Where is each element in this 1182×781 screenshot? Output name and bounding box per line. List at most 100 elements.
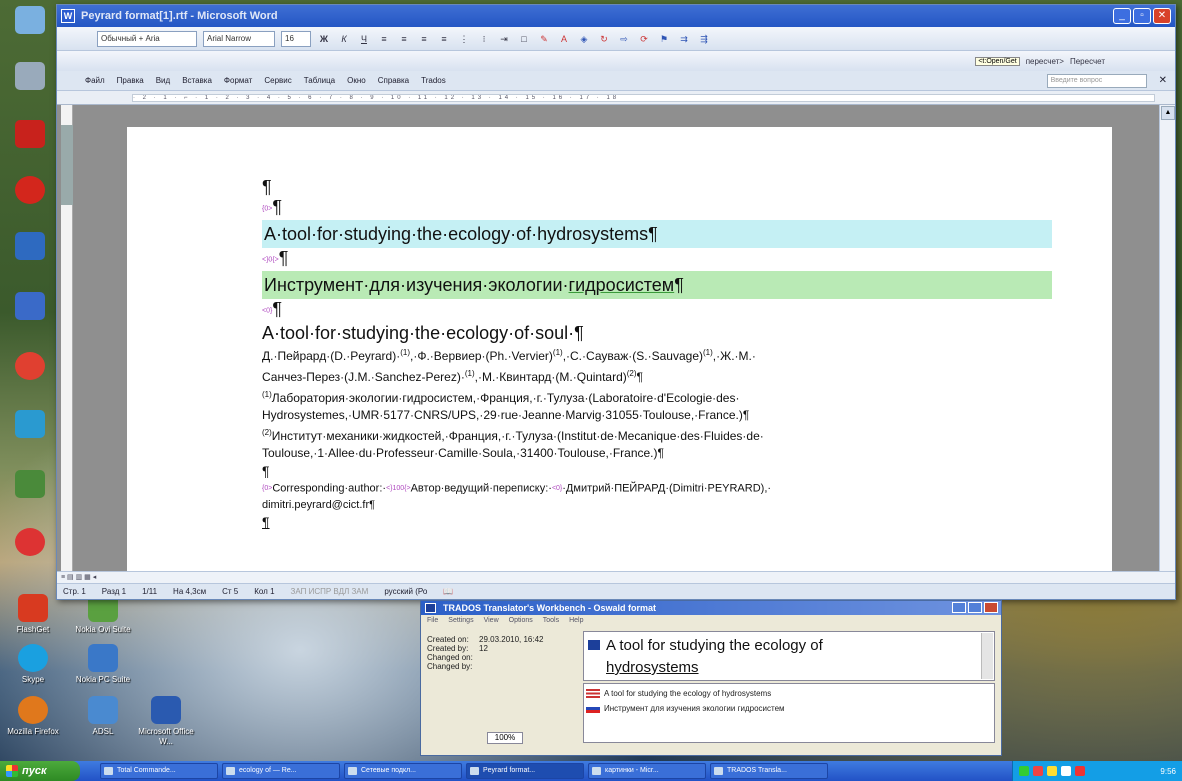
desktop-icon-trados[interactable] xyxy=(10,410,50,462)
trados-maximize-button[interactable] xyxy=(968,602,982,613)
start-button[interactable]: пуск xyxy=(0,761,80,781)
font-color-button[interactable]: A xyxy=(557,32,571,46)
trados-translate-button[interactable]: ⇨ xyxy=(617,32,631,46)
trados-menu-help[interactable]: Help xyxy=(569,615,583,627)
trados-menu-options[interactable]: Options xyxy=(509,615,533,627)
desktop-icon-nokia[interactable] xyxy=(10,232,50,284)
trados-more-button[interactable]: ⇶ xyxy=(697,32,711,46)
source-scrollbar[interactable] xyxy=(981,633,993,679)
trados-menu-file[interactable]: File xyxy=(427,615,438,627)
align-right-button[interactable]: ≡ xyxy=(417,32,431,46)
trados-menu-settings[interactable]: Settings xyxy=(448,615,473,627)
task-word-document[interactable]: Peyrard format... xyxy=(466,763,584,779)
tray-antivirus-icon[interactable] xyxy=(1033,766,1043,776)
close-button[interactable]: ✕ xyxy=(1153,8,1171,24)
menu-help[interactable]: Справка xyxy=(378,76,409,85)
desktop-icon-pcsuite[interactable]: Nokia PC Suite xyxy=(72,644,134,685)
recalc-combo-2[interactable]: Пересчет xyxy=(1070,57,1105,66)
menu-edit[interactable]: Правка xyxy=(117,76,144,85)
menu-file[interactable]: Файл xyxy=(85,76,105,85)
desktop-icon-flashget[interactable]: FlashGet xyxy=(2,594,64,635)
justify-button[interactable]: ≡ xyxy=(437,32,451,46)
source-segment-box[interactable]: A tool for studying the ecology of hydro… xyxy=(583,631,995,681)
font-size-dropdown[interactable]: 16 xyxy=(281,30,311,47)
numbering-button[interactable]: ⋮ xyxy=(457,32,471,46)
help-search-input[interactable]: Введите вопрос xyxy=(1046,73,1147,88)
style-dropdown[interactable]: Обычный + Aria xyxy=(97,30,197,47)
desktop-icon-firefox[interactable]: Mozilla Firefox xyxy=(2,696,64,737)
desktop-icon-reader[interactable] xyxy=(10,120,50,172)
align-center-button[interactable]: ≡ xyxy=(397,32,411,46)
desktop-icon-total[interactable] xyxy=(10,292,50,344)
trados-add-button[interactable]: ⇉ xyxy=(677,32,691,46)
menu-trados[interactable]: Trados xyxy=(421,76,446,85)
trados-menu-tools[interactable]: Tools xyxy=(543,615,559,627)
minimize-button[interactable]: _ xyxy=(1113,8,1131,24)
desktop-icon-powerdvd[interactable] xyxy=(10,528,50,580)
menu-tools[interactable]: Сервис xyxy=(264,76,291,85)
trados-open-get-button[interactable]: ◈ xyxy=(577,32,591,46)
maximize-button[interactable]: ▫ xyxy=(1133,8,1151,24)
source-segment[interactable]: A·tool·for·studying·the·ecology·of·hydro… xyxy=(262,220,1052,248)
authors-line-1: Д.·Пейрард·(D.·Peyrard)·(1),·Ф.·Вервиер·… xyxy=(262,344,1052,365)
underline-button[interactable]: Ч xyxy=(357,32,371,46)
trados-close-button[interactable] xyxy=(984,602,998,613)
word-titlebar[interactable]: W Peyrard format[1].rtf - Microsoft Word… xyxy=(57,5,1175,27)
desktop-icon-my-computer[interactable] xyxy=(10,6,50,58)
horizontal-scrollbar[interactable]: ≡ ▤ ▥ ▦ ◂ xyxy=(57,571,1175,583)
desktop-icon-adsl[interactable]: ADSL xyxy=(72,696,134,737)
clock[interactable]: 9:56 xyxy=(1160,767,1182,776)
menu-view[interactable]: Вид xyxy=(156,76,170,85)
corresponding-email[interactable]: dimitri.peyrard@cict.fr¶ xyxy=(262,497,1052,514)
border-button[interactable]: □ xyxy=(517,32,531,46)
indent-button[interactable]: ⇥ xyxy=(497,32,511,46)
word-app-icon[interactable]: W xyxy=(61,9,75,23)
document-page[interactable]: ¶ {0>¶ A·tool·for·studying·the·ecology·o… xyxy=(127,127,1112,571)
bullets-button[interactable]: ⁝ xyxy=(477,32,491,46)
desktop-icons-column xyxy=(0,0,60,600)
menu-table[interactable]: Таблица xyxy=(304,76,335,85)
trados-minimize-button[interactable] xyxy=(952,602,966,613)
task-pictures[interactable]: картинки - Micr... xyxy=(588,763,706,779)
document-content[interactable]: ¶ {0>¶ A·tool·for·studying·the·ecology·o… xyxy=(262,177,1052,530)
italic-button[interactable]: К xyxy=(337,32,351,46)
spellcheck-icon[interactable]: 📖 xyxy=(443,587,453,596)
task-trados[interactable]: TRADOS Transla... xyxy=(710,763,828,779)
tray-update-icon[interactable] xyxy=(1047,766,1057,776)
trados-menu-view[interactable]: View xyxy=(484,615,499,627)
menu-format[interactable]: Формат xyxy=(224,76,252,85)
close-doc-icon[interactable]: ✕ xyxy=(1159,75,1167,86)
tray-app-icon[interactable] xyxy=(1075,766,1085,776)
desktop-icon-opera[interactable] xyxy=(10,176,50,228)
desktop-icon-converter[interactable] xyxy=(10,470,50,522)
menu-insert[interactable]: Вставка xyxy=(182,76,212,85)
desktop-icon-chrome[interactable] xyxy=(10,352,50,404)
trados-restore-button[interactable]: ⟳ xyxy=(637,32,651,46)
desktop-icon-office[interactable]: Microsoft Office W... xyxy=(135,696,197,747)
align-left-button[interactable]: ≡ xyxy=(377,32,391,46)
desktop-icon-recycle[interactable] xyxy=(10,62,50,114)
font-dropdown[interactable]: Arial Narrow xyxy=(203,30,275,47)
highlight-button[interactable]: ✎ xyxy=(537,32,551,46)
tray-volume-icon[interactable] xyxy=(1061,766,1071,776)
status-language[interactable]: русский (Ро xyxy=(384,587,427,596)
vertical-ruler[interactable] xyxy=(61,105,73,571)
scroll-up-icon[interactable]: ▲ xyxy=(1161,106,1175,120)
author-text: ,·Ж.·М.· xyxy=(712,349,756,363)
horizontal-ruler[interactable]: · 2 · 1 · ⌐ · 1 · 2 · 3 · 4 · 5 · 6 · 7 … xyxy=(57,91,1175,105)
menu-window[interactable]: Окно xyxy=(347,76,366,85)
trados-set-close-button[interactable]: ↻ xyxy=(597,32,611,46)
tray-network-icon[interactable] xyxy=(1019,766,1029,776)
tm-match-box[interactable]: A tool for studying the ecology of hydro… xyxy=(583,683,995,743)
task-network[interactable]: Сетевые подкл... xyxy=(344,763,462,779)
trados-titlebar[interactable]: TRADOS Translator's Workbench - Oswald f… xyxy=(421,601,1001,615)
recalc-combo-1[interactable]: пересчет> xyxy=(1026,57,1064,66)
bold-button[interactable]: Ж xyxy=(317,32,331,46)
task-total-commander[interactable]: Total Commande... xyxy=(100,763,218,779)
desktop-icon-skype[interactable]: Skype xyxy=(2,644,64,685)
vertical-scrollbar[interactable]: ▲ xyxy=(1159,105,1175,571)
task-browser[interactable]: ecology of — Re... xyxy=(222,763,340,779)
trados-concordance-button[interactable]: ⚑ xyxy=(657,32,671,46)
desktop-icon-ovi[interactable]: Nokia Ovi Suite xyxy=(72,594,134,635)
target-segment[interactable]: Инструмент·для·изучения·экологии·гидроси… xyxy=(262,271,1052,299)
